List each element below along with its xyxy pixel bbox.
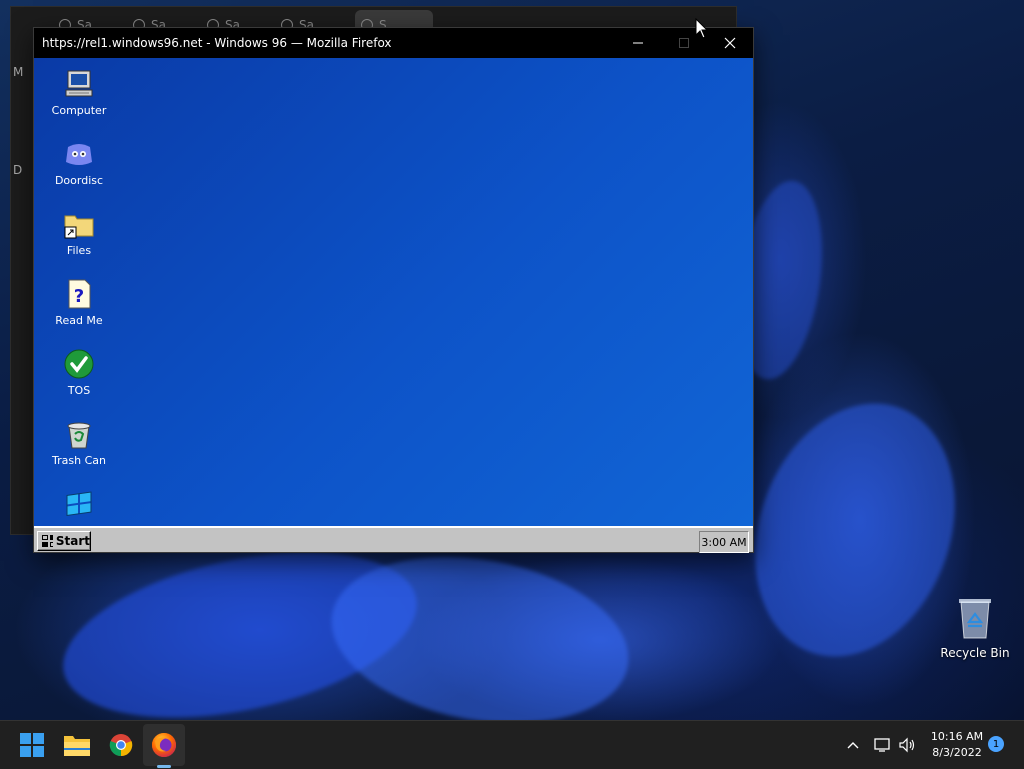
maximize-icon [679,38,689,48]
chrome-button[interactable] [106,730,136,760]
w96-clock: 3:00 AM [699,531,749,553]
w96-icon-label: Files [66,244,92,257]
readme-icon: ? [63,278,95,310]
file-explorer-button[interactable] [62,730,92,760]
firefox-button[interactable] [149,730,179,760]
firefox-icon [152,733,176,757]
windows96-desktop[interactable]: Computer Doordisc Files ? Read Me TOS Tr… [34,58,753,526]
system-clock[interactable]: 10:16 AM 8/3/2022 [924,729,990,761]
network-button[interactable] [873,721,891,769]
svg-text:?: ? [74,286,84,307]
w96-desktop-icon-readme[interactable]: ? Read Me [46,278,112,327]
windows-taskbar: 10:16 AM 8/3/2022 [0,720,1024,769]
clock-date: 8/3/2022 [932,746,982,759]
volume-button[interactable] [898,721,916,769]
w96-start-button[interactable]: Start [37,531,91,551]
window-title: https://rel1.windows96.net - Windows 96 … [42,36,392,50]
window-titlebar[interactable]: https://rel1.windows96.net - Windows 96 … [34,28,753,58]
chevron-up-icon [847,742,859,749]
w96-start-logo-icon [42,535,53,547]
close-icon [724,37,736,49]
clock-time: 10:16 AM [930,730,984,743]
w96-icon-label: Computer [51,104,107,117]
network-icon [874,738,890,752]
mouse-cursor-icon [695,18,709,39]
minimize-icon [633,42,643,44]
w96-icon-label: Trash Can [52,454,106,467]
trash-icon [63,418,95,450]
w96-desktop-icon-tos[interactable]: TOS [46,348,112,397]
checkmark-icon [63,348,95,380]
firefox-window[interactable]: https://rel1.windows96.net - Windows 96 … [33,27,754,553]
file-explorer-icon [64,736,90,756]
w96-desktop-icon-files[interactable]: Files [46,208,112,257]
folder-icon [63,208,95,240]
w96-icon-label: Doordisc [54,174,104,187]
computer-icon [63,68,95,100]
desktop-icon-recycle-bin[interactable]: Recycle Bin [938,596,1012,660]
volume-icon [899,737,915,753]
w96-desktop-icon-doordisc[interactable]: Doordisc [46,138,112,187]
w96-icon-label: Read Me [55,314,103,327]
w96-desktop-icon-trash[interactable]: Trash Can [46,418,112,467]
w96-taskbar: Start 3:00 AM [34,526,753,553]
start-icon [20,733,44,757]
close-button[interactable] [707,28,753,58]
w96-desktop-icon-computer[interactable]: Computer [46,68,112,117]
start-button[interactable] [17,730,47,760]
notification-badge[interactable]: 1 [988,736,1004,752]
windows96-logo-icon [63,488,95,520]
w96-start-label: Start [55,534,90,548]
minimize-button[interactable] [615,28,661,58]
recycle-bin-icon [959,599,991,639]
background-side-label: D [13,163,23,177]
doordisc-icon [63,138,95,170]
show-hidden-icons-button[interactable] [846,721,860,769]
w96-icon-label: TOS [67,384,91,397]
recycle-bin-label: Recycle Bin [940,646,1010,660]
background-side-label: M [13,65,24,79]
w96-desktop-icon-logo[interactable] [46,488,112,524]
chrome-icon [109,734,133,757]
